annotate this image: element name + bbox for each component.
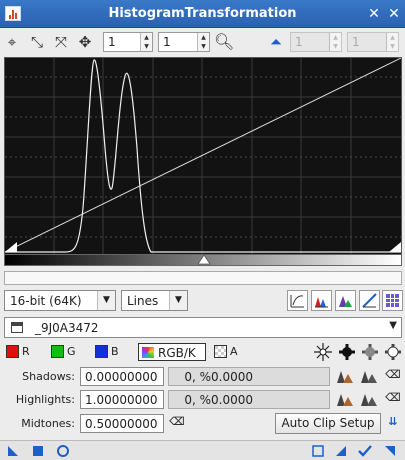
vertical-zoom-spinner[interactable]: 1 ▲ ▼ [158, 32, 210, 52]
apply-global-icon[interactable] [55, 443, 71, 459]
channel-alpha-checkbox[interactable] [214, 345, 227, 358]
view-window-icon [11, 322, 23, 333]
shadows-clipped-readout: 0, %0.0000 [168, 367, 330, 386]
preview-icon[interactable] [310, 443, 326, 459]
channel-b-checkbox[interactable] [95, 345, 108, 358]
shadows-row: Shadows: 0.00000000 0, %0.0000 ⌫ [22, 367, 402, 386]
format-row: 16-bit (64K) ▼ Lines ▼ [0, 290, 405, 314]
apply-square-icon[interactable] [30, 443, 46, 459]
collapse-up-icon[interactable]: ⏶ [266, 32, 286, 52]
disabled-spinner-v: 1 ▲ ▼ [347, 32, 399, 52]
log-graph-icon[interactable] [287, 290, 308, 311]
combined-histogram-icon[interactable] [335, 290, 356, 311]
graph-toolbar: ⌖ ⤡ ⤧ ✥ 1 ▲ ▼ 1 ▲ ▼ 🔍︎ ⏶ 1 ▲ ▼ 1 ▲ ▼ [0, 29, 405, 57]
highlights-reset-icon[interactable]: ⌫ [384, 391, 402, 407]
midtones-input[interactable]: 0.50000000 [80, 414, 164, 433]
disabled-spinner-h: 1 ▲ ▼ [290, 32, 342, 52]
rgb-histogram-icon[interactable] [311, 290, 332, 311]
bit-depth-select[interactable]: 16-bit (64K) ▼ [4, 290, 116, 311]
process-bottom-bar [0, 440, 405, 460]
title-bar: HistogramTransformation ✕ ✕ [0, 0, 405, 28]
transfer-curve[interactable] [5, 58, 401, 253]
graph-style-select[interactable]: Lines ▼ [121, 290, 188, 311]
midtones-reset-icon[interactable]: ⌫ [168, 415, 186, 431]
channel-rgbk-toggle[interactable]: RGB/K [138, 343, 206, 361]
zoom-reset-icon[interactable]: ⤧ [51, 32, 71, 52]
chevron-down-icon[interactable]: ▼ [389, 320, 397, 331]
gear-white-icon[interactable] [383, 342, 403, 362]
reset-icon[interactable] [382, 443, 398, 459]
gear-black-icon[interactable] [337, 342, 357, 362]
shadows-auto-icon[interactable] [336, 368, 354, 384]
checkmark-icon[interactable] [357, 443, 373, 459]
highlights-marker[interactable] [389, 242, 401, 252]
spinner-arrows-icon: ▲ ▼ [386, 33, 398, 51]
shadows-reset-icon[interactable]: ⌫ [384, 368, 402, 384]
midtones-row: Midtones: 0.50000000 ⌫ Auto Clip Setup ⇊ [0, 413, 405, 435]
rgb-swatch-icon [142, 347, 154, 358]
highlights-auto-all-icon[interactable] [360, 391, 378, 407]
crosshair-cursor-icon[interactable]: ⌖ [2, 32, 22, 52]
curve-histogram-icon[interactable] [359, 290, 380, 311]
shadows-input[interactable]: 0.00000000 [80, 367, 164, 386]
new-instance-icon[interactable] [5, 443, 21, 459]
pan-icon[interactable]: ✥ [75, 32, 95, 52]
view-selector[interactable]: _9J0A3472 ▼ [4, 317, 402, 338]
chevron-down-icon[interactable]: ▼ [97, 291, 115, 310]
shadows-marker[interactable] [5, 242, 17, 252]
double-chevron-down-icon[interactable]: ⇊ [384, 415, 402, 431]
magnifier-icon[interactable]: 🔍︎ [214, 32, 234, 52]
window-title: HistogramTransformation [108, 6, 297, 21]
highlights-clipped-readout: 0, %0.0000 [168, 390, 330, 409]
histogram-graph[interactable] [4, 57, 402, 265]
spinner-arrows-icon[interactable]: ▲ ▼ [140, 33, 152, 51]
channel-r-checkbox[interactable] [6, 345, 19, 358]
gear-gray-icon[interactable] [360, 342, 380, 362]
spinner-arrows-icon: ▲ ▼ [329, 33, 341, 51]
intensity-gradient-bar [4, 254, 402, 266]
channel-selector-row: R G B RGB/K A [0, 342, 405, 362]
shadows-auto-all-icon[interactable] [360, 368, 378, 384]
chevron-down-icon[interactable]: ▼ [169, 291, 187, 310]
horizontal-scrollbar[interactable] [4, 271, 402, 285]
real-time-preview-icon[interactable] [333, 443, 349, 459]
auto-clip-setup-button[interactable]: Auto Clip Setup [275, 413, 381, 434]
spinner-arrows-icon[interactable]: ▲ ▼ [197, 33, 209, 51]
highlights-auto-icon[interactable] [336, 391, 354, 407]
horizontal-zoom-spinner[interactable]: 1 ▲ ▼ [103, 32, 153, 52]
highlights-input[interactable]: 1.00000000 [80, 390, 164, 409]
pin-icon[interactable]: ✕ [366, 6, 382, 22]
zoom-fit-icon[interactable]: ⤡ [27, 32, 47, 52]
starburst-icon[interactable] [313, 342, 333, 362]
highlights-row: Highlights: 1.00000000 0, %0.0000 ⌫ [15, 390, 402, 409]
close-icon[interactable]: ✕ [386, 6, 402, 22]
channel-g-checkbox[interactable] [51, 345, 64, 358]
midtones-marker[interactable] [197, 255, 211, 265]
grid-icon[interactable] [382, 290, 403, 311]
